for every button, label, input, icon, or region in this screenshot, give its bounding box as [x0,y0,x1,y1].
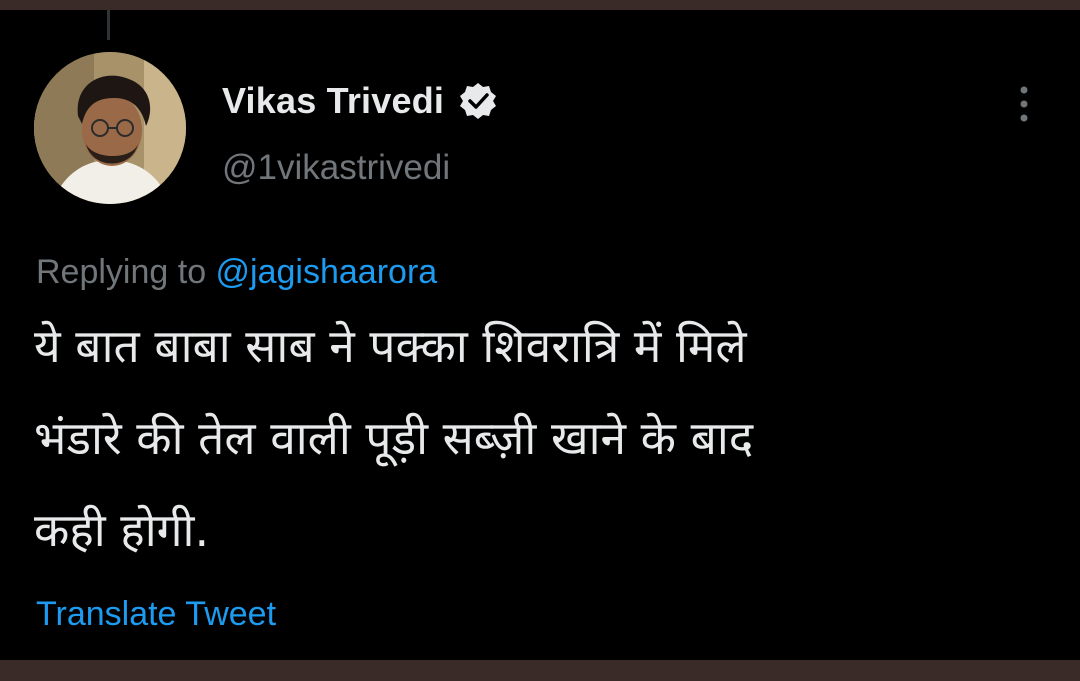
reply-mention-link[interactable]: @jagishaarora [216,253,438,291]
replying-to-label: Replying to [36,253,216,291]
translate-tweet-link[interactable]: Translate Tweet [36,595,276,634]
thread-connector-line [107,10,110,40]
avatar-image [34,52,186,204]
avatar[interactable] [34,52,186,204]
tweet-text-line: कही होगी. [34,503,210,557]
tweet-text-line: ये बात बाबा साब ने पक्का शिवरात्रि में म… [34,319,747,373]
tweet-body: ये बात बाबा साब ने पक्का शिवरात्रि में म… [34,300,1044,576]
tweet-text-line: भंडारे की तेल वाली पूड़ी सब्ज़ी खाने के … [34,411,754,465]
tweet-card: Vikas Trivedi @1vikastrivedi Replying to… [0,10,1080,660]
author-name-row[interactable]: Vikas Trivedi [222,76,498,126]
replying-to-line: Replying to @jagishaarora [36,253,437,292]
verified-badge-icon [460,83,497,119]
author-display-name[interactable]: Vikas Trivedi [222,80,444,122]
author-handle[interactable]: @1vikastrivedi [222,148,450,188]
more-vertical-icon[interactable] [1012,82,1036,126]
